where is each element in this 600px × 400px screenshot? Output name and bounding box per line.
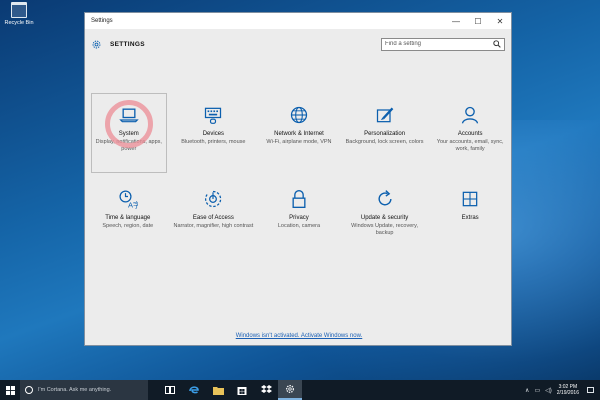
category-network[interactable]: Network & Internet Wi-Fi, airplane mode,… xyxy=(256,93,342,177)
page-title: SETTINGS xyxy=(110,40,145,48)
search-box[interactable] xyxy=(381,37,505,51)
keyboard-icon xyxy=(205,107,222,124)
category-name: Update & security xyxy=(360,215,409,221)
folder-icon xyxy=(212,386,224,395)
cortana-search-text: I'm Cortana. Ask me anything. xyxy=(38,387,112,393)
recycle-bin-icon xyxy=(11,2,27,18)
ease-of-access-icon xyxy=(205,190,222,208)
category-ease-of-access[interactable]: Ease of Access Narrator, magnifier, high… xyxy=(171,177,257,251)
category-description: Narrator, magnifier, high contrast xyxy=(173,222,254,229)
gear-icon xyxy=(286,385,294,393)
category-devices[interactable]: Devices Bluetooth, printers, mouse xyxy=(171,93,257,177)
dropbox-button[interactable] xyxy=(254,380,278,400)
title-bar[interactable]: Settings — ☐ ✕ xyxy=(85,13,511,29)
edge-button[interactable] xyxy=(182,380,206,400)
clock-language-icon: A字 xyxy=(119,190,138,209)
category-update-security[interactable]: Update & security Windows Update, recove… xyxy=(342,177,428,251)
category-name: Personalization xyxy=(364,131,406,137)
category-description: Bluetooth, printers, mouse xyxy=(181,138,246,145)
svg-text:A字: A字 xyxy=(128,199,138,209)
category-description: Wi-Fi, airplane mode, VPN xyxy=(266,138,332,145)
taskbar-clock[interactable]: 3:02 PM 2/19/2016 xyxy=(557,384,579,397)
category-time-language[interactable]: A字 Time & language Speech, region, date xyxy=(85,177,171,251)
volume-icon[interactable]: ◁) xyxy=(545,387,552,394)
settings-taskbar-button[interactable] xyxy=(278,380,302,400)
category-personalization[interactable]: Personalization Background, lock screen,… xyxy=(342,93,428,177)
category-description: Background, lock screen, colors xyxy=(345,138,424,145)
settings-header: SETTINGS xyxy=(85,29,511,59)
store-button[interactable] xyxy=(230,380,254,400)
close-button[interactable]: ✕ xyxy=(489,13,511,29)
click-highlight xyxy=(105,100,153,148)
taskbar: I'm Cortana. Ask me anything. ∧ ▭ ◁) 3:0… xyxy=(0,380,600,400)
dropbox-icon xyxy=(260,385,272,393)
category-description: Windows Update, recovery, backup xyxy=(351,222,418,236)
category-accounts[interactable]: Accounts Your accounts, email, sync, wor… xyxy=(427,93,513,177)
recycle-bin-label: Recycle Bin xyxy=(4,20,34,26)
category-description: Location, camera xyxy=(277,222,321,229)
gear-icon xyxy=(92,40,101,48)
maximize-button[interactable]: ☐ xyxy=(467,13,489,29)
clock-date: 2/19/2016 xyxy=(556,390,579,396)
activate-windows-link[interactable]: Windows isn't activated. Activate Window… xyxy=(85,333,513,339)
edge-icon xyxy=(189,386,199,394)
settings-categories: System Display, notifications, apps, pow… xyxy=(85,93,513,251)
windows-logo-icon xyxy=(5,385,15,395)
category-description: Speech, region, date xyxy=(102,222,154,229)
recycle-bin[interactable]: Recycle Bin xyxy=(4,2,34,26)
lock-icon xyxy=(292,190,306,208)
task-view-button[interactable] xyxy=(158,380,182,400)
file-explorer-button[interactable] xyxy=(206,380,230,400)
category-name: Devices xyxy=(202,131,225,137)
system-tray: ∧ ▭ ◁) 3:02 PM 2/19/2016 xyxy=(525,384,600,397)
category-name: Time & language xyxy=(105,215,151,221)
category-name: Accounts xyxy=(457,131,483,137)
category-name: Privacy xyxy=(289,215,309,221)
network-icon[interactable]: ▭ xyxy=(534,387,540,394)
minimize-button[interactable]: — xyxy=(445,13,467,29)
extras-icon xyxy=(462,191,478,207)
category-name: Network & Internet xyxy=(274,131,324,137)
globe-icon xyxy=(290,106,308,124)
category-name: Ease of Access xyxy=(192,215,234,221)
action-center-icon[interactable] xyxy=(587,387,594,393)
refresh-icon xyxy=(378,190,392,206)
paint-icon xyxy=(376,107,393,123)
category-privacy[interactable]: Privacy Location, camera xyxy=(256,177,342,251)
category-system[interactable]: System Display, notifications, apps, pow… xyxy=(91,93,167,173)
search-input[interactable] xyxy=(385,41,485,47)
cortana-search-box[interactable]: I'm Cortana. Ask me anything. xyxy=(20,380,148,400)
task-view-icon xyxy=(165,386,175,394)
window-controls: — ☐ ✕ xyxy=(445,13,511,29)
category-extras[interactable]: Extras xyxy=(427,177,513,251)
cortana-icon xyxy=(25,386,33,394)
window-title: Settings xyxy=(91,18,113,24)
store-icon xyxy=(237,387,247,395)
person-icon xyxy=(462,106,479,124)
search-icon[interactable] xyxy=(493,40,501,48)
chevron-up-icon[interactable]: ∧ xyxy=(525,387,529,394)
start-button[interactable] xyxy=(0,380,20,400)
settings-window: Settings — ☐ ✕ SETTINGS Find a setting S… xyxy=(84,12,512,346)
category-name: Extras xyxy=(461,215,479,221)
category-description: Your accounts, email, sync, work, family xyxy=(436,138,504,152)
